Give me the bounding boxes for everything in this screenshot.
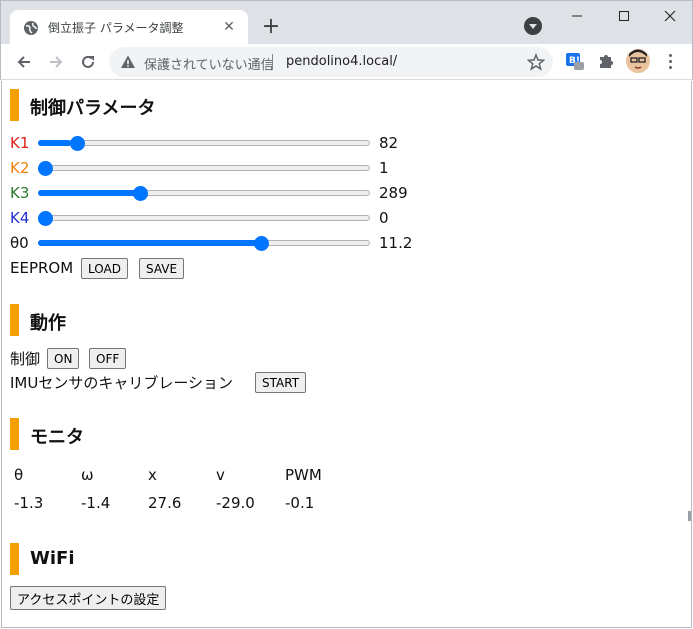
param-value: 1 (379, 159, 389, 177)
warning-icon[interactable] (120, 54, 136, 70)
forward-arrow-icon[interactable] (44, 50, 68, 74)
slider-fill (38, 240, 264, 246)
monitor-value: -29.0 (216, 494, 255, 512)
monitor-value: -0.1 (285, 494, 315, 512)
param-name: K1 (10, 134, 30, 152)
slider-thumb[interactable] (254, 236, 270, 251)
param-value: 0 (379, 209, 389, 227)
monitor-header: v (216, 466, 225, 484)
window-close-icon[interactable] (647, 1, 693, 31)
section-accent-bar (10, 304, 19, 336)
param-slider[interactable] (38, 236, 370, 251)
off-button[interactable]: OFF (89, 348, 127, 369)
param-name: K4 (10, 209, 30, 227)
puzzle-icon[interactable] (597, 52, 615, 70)
slider-thumb[interactable] (38, 211, 53, 226)
start-button[interactable]: START (255, 372, 307, 393)
maximize-icon[interactable] (601, 1, 647, 31)
param-row: K3 289 (10, 182, 460, 204)
page-content: 制御パラメータ K1 82 K2 1 K3 289 K4 0 θ0 11.2 EEPROM LOA… (1, 81, 692, 628)
url-text[interactable]: pendolino4.local/ (286, 54, 397, 69)
tab-search-icon[interactable] (524, 17, 542, 35)
extension-b-icon[interactable]: B! (566, 52, 584, 70)
monitor-header: PWM (285, 466, 322, 484)
close-icon[interactable]: ✕ (220, 18, 238, 36)
imu-calibration-label: IMUセンサのキャリブレーション (10, 374, 234, 392)
address-bar[interactable]: 保護されていない通信 pendolino4.local/ (109, 47, 553, 77)
menu-dots-icon[interactable] (660, 51, 680, 71)
reload-icon[interactable] (76, 50, 100, 74)
tab-title: 倒立振子 パラメータ調整 (48, 21, 184, 35)
slider-thumb[interactable] (133, 186, 149, 201)
browser-tab[interactable]: 倒立振子 パラメータ調整 ✕ (10, 10, 248, 45)
slider-track[interactable] (38, 140, 370, 146)
monitor-header: x (148, 466, 157, 484)
monitor-header: ω (81, 466, 94, 484)
scrollbar[interactable] (688, 511, 691, 521)
section-title: WiFi (30, 548, 75, 569)
param-name: K2 (10, 159, 30, 177)
eeprom-label: EEPROM (10, 259, 74, 277)
minimize-icon[interactable] (554, 1, 600, 31)
param-slider[interactable] (38, 186, 370, 201)
param-slider[interactable] (38, 161, 370, 176)
access-point-settings-button[interactable]: アクセスポイントの設定 (10, 586, 167, 610)
param-row: θ0 11.2 (10, 232, 460, 254)
section-accent-bar (10, 89, 19, 121)
section-monitor: モニタ (10, 418, 310, 450)
monitor-value: -1.4 (81, 494, 111, 512)
section-wifi: WiFi (10, 543, 310, 575)
section-operation: 動作 (10, 304, 310, 336)
param-slider[interactable] (38, 211, 370, 226)
section-title: モニタ (30, 427, 84, 448)
param-value: 82 (379, 134, 399, 152)
section-accent-bar (10, 418, 19, 450)
param-slider[interactable] (38, 136, 370, 151)
param-value: 11.2 (379, 234, 413, 252)
section-title: 制御パラメータ (30, 98, 156, 119)
plus-icon[interactable]: + (259, 15, 283, 39)
slider-thumb[interactable] (69, 136, 85, 151)
divider (272, 54, 273, 70)
on-button[interactable]: ON (47, 348, 80, 369)
param-name: θ0 (10, 234, 29, 252)
slider-fill (38, 140, 72, 146)
section-control-params: 制御パラメータ (10, 89, 310, 121)
param-row: K1 82 (10, 132, 460, 154)
section-accent-bar (10, 543, 19, 575)
param-value: 289 (379, 184, 408, 202)
slider-track[interactable] (38, 215, 370, 221)
back-arrow-icon[interactable] (12, 50, 36, 74)
star-icon[interactable] (527, 53, 545, 71)
monitor-value: 27.6 (148, 494, 182, 512)
monitor-value: -1.3 (14, 494, 44, 512)
insecure-label: 保護されていない通信 (144, 58, 274, 73)
browser-toolbar: 保護されていない通信 pendolino4.local/ (0, 44, 693, 80)
section-title: 動作 (30, 313, 66, 334)
slider-fill (38, 190, 138, 196)
slider-thumb[interactable] (38, 161, 53, 176)
param-row: K4 0 (10, 207, 460, 229)
globe-icon (24, 21, 38, 35)
param-name: K3 (10, 184, 30, 202)
monitor-header: θ (14, 466, 24, 484)
param-row: K2 1 (10, 157, 460, 179)
save-button[interactable]: SAVE (139, 258, 185, 279)
load-button[interactable]: LOAD (81, 258, 128, 279)
browser-titlebar: 倒立振子 パラメータ調整 ✕ + (0, 0, 693, 45)
avatar[interactable] (626, 49, 650, 73)
control-label: 制御 (10, 350, 41, 368)
slider-track[interactable] (38, 165, 370, 171)
